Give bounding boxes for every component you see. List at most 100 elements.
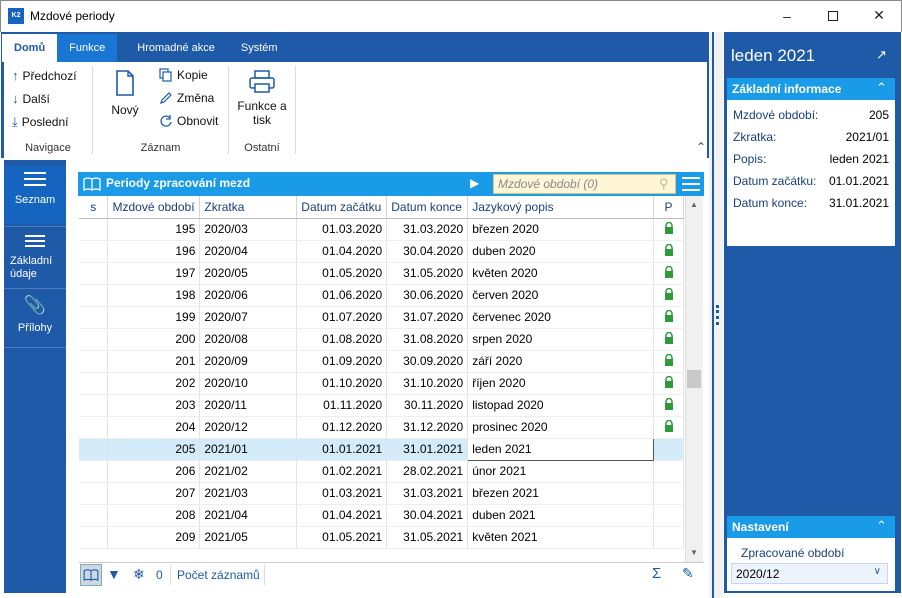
cell-datum-zacatku[interactable]: 01.10.2020 xyxy=(296,372,388,395)
cell-jazykovy-popis[interactable]: duben 2020 xyxy=(467,240,654,263)
table-row[interactable]: 208 2021/04 01.04.2021 30.04.2021 duben 2021 xyxy=(79,504,684,527)
col-header-p[interactable]: P xyxy=(653,196,684,219)
cell-zkratka[interactable]: 2020/07 xyxy=(199,306,298,329)
cell-mzdove-obdobi[interactable]: 203 xyxy=(107,394,201,417)
cell-datum-zacatku[interactable]: 01.06.2020 xyxy=(296,284,388,307)
col-header-zkratka[interactable]: Zkratka xyxy=(199,196,298,219)
cell-mzdove-obdobi[interactable]: 201 xyxy=(107,350,201,373)
row-status-cell[interactable] xyxy=(79,240,109,263)
table-row[interactable]: 198 2020/06 01.06.2020 30.06.2020 červen 202… xyxy=(79,284,684,307)
cell-datum-konce[interactable]: 30.06.2020 xyxy=(386,284,469,307)
cell-datum-zacatku[interactable]: 01.03.2021 xyxy=(296,482,388,505)
cell-jazykovy-popis[interactable]: prosinec 2020 xyxy=(467,416,654,439)
col-header-datum-zacatku[interactable]: Datum začátku xyxy=(296,196,388,219)
filter-icon[interactable]: ▼ xyxy=(107,566,121,582)
play-icon[interactable]: ▶ xyxy=(470,176,479,190)
refresh-button[interactable]: Obnovit xyxy=(159,114,218,128)
row-status-cell[interactable] xyxy=(79,218,109,241)
cell-mzdove-obdobi[interactable]: 199 xyxy=(107,306,201,329)
col-header-mzdove-obdobi[interactable]: Mzdové období xyxy=(107,196,201,219)
cell-datum-zacatku[interactable]: 01.09.2020 xyxy=(296,350,388,373)
cell-p[interactable] xyxy=(653,218,684,241)
cell-datum-zacatku[interactable]: 01.02.2021 xyxy=(296,460,388,483)
maximize-button[interactable] xyxy=(810,0,856,31)
cell-jazykovy-popis[interactable]: srpen 2020 xyxy=(467,328,654,351)
cell-datum-zacatku[interactable]: 01.11.2020 xyxy=(296,394,388,417)
last-button[interactable]: ⤓ Poslední xyxy=(12,114,68,130)
row-status-cell[interactable] xyxy=(79,284,109,307)
cell-mzdove-obdobi[interactable]: 205 xyxy=(107,438,201,461)
cell-jazykovy-popis[interactable]: únor 2021 xyxy=(467,460,654,483)
cell-jazykovy-popis[interactable]: červen 2020 xyxy=(467,284,654,307)
snowflake-icon[interactable]: ❄ xyxy=(133,566,145,583)
cell-datum-konce[interactable]: 31.12.2020 xyxy=(386,416,469,439)
row-status-cell[interactable] xyxy=(79,262,109,285)
cell-mzdove-obdobi[interactable]: 209 xyxy=(107,526,201,549)
row-status-cell[interactable] xyxy=(79,328,109,351)
cell-zkratka[interactable]: 2020/06 xyxy=(199,284,298,307)
cell-p[interactable] xyxy=(653,372,684,395)
cell-datum-zacatku[interactable]: 01.05.2020 xyxy=(296,262,388,285)
search-input[interactable]: Mzdové období (0) xyxy=(493,174,676,194)
cell-p[interactable] xyxy=(653,394,684,417)
table-row[interactable]: 197 2020/05 01.05.2020 31.05.2020 květen 202… xyxy=(79,262,684,285)
nav-zakladni-udaje[interactable]: Základní údaje xyxy=(4,226,66,286)
sum-icon[interactable]: Σ xyxy=(652,565,661,582)
cell-datum-zacatku[interactable]: 01.12.2020 xyxy=(296,416,388,439)
next-button[interactable]: ↓ Další xyxy=(12,91,50,106)
cell-p[interactable] xyxy=(653,482,684,505)
close-button[interactable]: ✕ xyxy=(856,0,902,31)
cell-jazykovy-popis[interactable]: říjen 2020 xyxy=(467,372,654,395)
row-status-cell[interactable] xyxy=(79,416,109,439)
nav-prilohy[interactable]: 📎 Přílohy xyxy=(4,288,66,348)
table-row[interactable]: 199 2020/07 01.07.2020 31.07.2020 červenec 2… xyxy=(79,306,684,329)
tab-funkce[interactable]: Funkce xyxy=(57,34,118,62)
table-row[interactable]: 206 2021/02 01.02.2021 28.02.2021 únor 2021 xyxy=(79,460,684,483)
cell-datum-konce[interactable]: 31.05.2020 xyxy=(386,262,469,285)
scroll-up-icon[interactable]: ▲ xyxy=(690,200,698,209)
cell-datum-konce[interactable]: 31.03.2020 xyxy=(386,218,469,241)
row-status-cell[interactable] xyxy=(79,350,109,373)
new-button[interactable]: Nový xyxy=(105,70,145,117)
collapse-info-icon[interactable]: ⌃ xyxy=(876,80,887,96)
tab-system[interactable]: Systém xyxy=(229,34,290,62)
cell-datum-zacatku[interactable]: 01.03.2020 xyxy=(296,218,388,241)
cell-datum-konce[interactable]: 30.04.2020 xyxy=(386,240,469,263)
cell-datum-zacatku[interactable]: 01.05.2021 xyxy=(296,526,388,549)
cell-datum-konce[interactable]: 31.08.2020 xyxy=(386,328,469,351)
row-status-cell[interactable] xyxy=(79,482,109,505)
processed-period-select[interactable]: 2020/12 ∨ xyxy=(731,563,888,584)
cell-zkratka[interactable]: 2021/04 xyxy=(199,504,298,527)
cell-datum-zacatku[interactable]: 01.04.2020 xyxy=(296,240,388,263)
print-button[interactable]: Funkce a tisk xyxy=(231,70,293,127)
prev-button[interactable]: ↑ Předchozí xyxy=(12,68,77,83)
cell-mzdove-obdobi[interactable]: 207 xyxy=(107,482,201,505)
cell-datum-konce[interactable]: 31.10.2020 xyxy=(386,372,469,395)
cell-datum-konce[interactable]: 30.11.2020 xyxy=(386,394,469,417)
tab-domu[interactable]: Domů xyxy=(2,34,58,62)
cell-zkratka[interactable]: 2021/03 xyxy=(199,482,298,505)
table-row[interactable]: 201 2020/09 01.09.2020 30.09.2020 září 2020 xyxy=(79,350,684,373)
cell-zkratka[interactable]: 2021/05 xyxy=(199,526,298,549)
record-count-label[interactable]: Počet záznamů xyxy=(177,568,260,582)
row-status-cell[interactable] xyxy=(79,504,109,527)
row-status-cell[interactable] xyxy=(79,438,109,461)
cell-p[interactable] xyxy=(653,306,684,329)
cell-datum-konce[interactable]: 30.09.2020 xyxy=(386,350,469,373)
cell-datum-konce[interactable]: 31.07.2020 xyxy=(386,306,469,329)
edit-icon[interactable]: ✎ xyxy=(682,565,694,582)
splitter-grip[interactable] xyxy=(716,305,719,325)
cell-p[interactable] xyxy=(653,328,684,351)
cell-mzdove-obdobi[interactable]: 204 xyxy=(107,416,201,439)
open-external-icon[interactable]: ↗ xyxy=(876,47,887,63)
col-header-jazykovy-popis[interactable]: Jazykový popis xyxy=(467,196,654,219)
table-row[interactable]: 203 2020/11 01.11.2020 30.11.2020 listopad 2… xyxy=(79,394,684,417)
col-header-datum-konce[interactable]: Datum konce xyxy=(386,196,469,219)
cell-jazykovy-popis[interactable]: květen 2020 xyxy=(467,262,654,285)
cell-zkratka[interactable]: 2020/12 xyxy=(199,416,298,439)
cell-zkratka[interactable]: 2020/08 xyxy=(199,328,298,351)
cell-mzdove-obdobi[interactable]: 200 xyxy=(107,328,201,351)
scrollbar-thumb[interactable] xyxy=(687,370,701,388)
cell-datum-konce[interactable]: 31.05.2021 xyxy=(386,526,469,549)
cell-p[interactable] xyxy=(653,460,684,483)
